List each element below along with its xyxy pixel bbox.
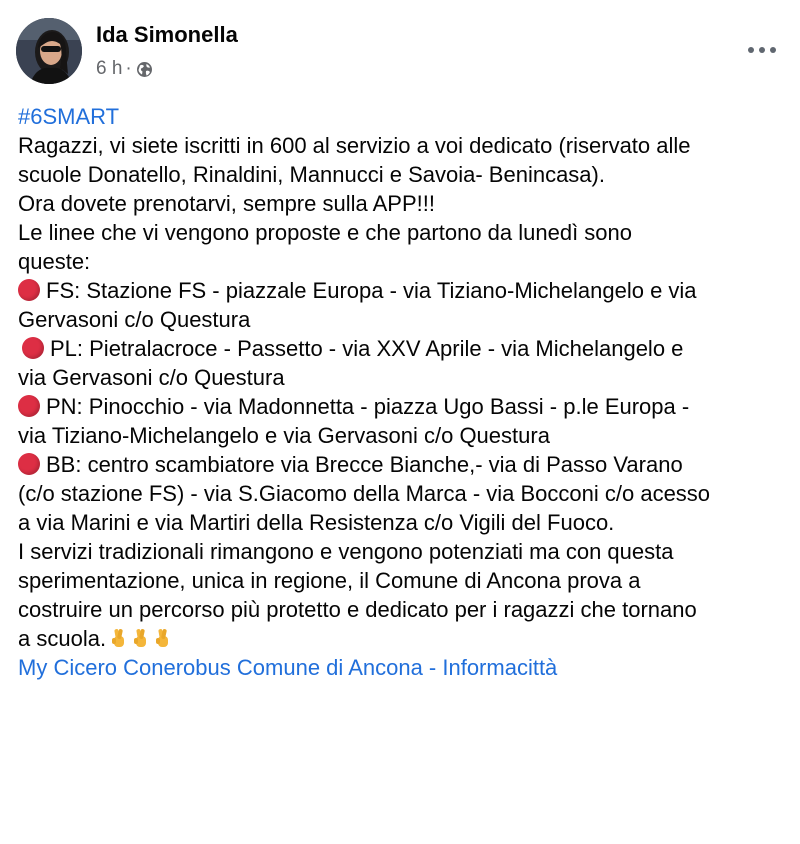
red-circle-icon xyxy=(18,453,40,475)
tagged-pages: My Cicero Conerobus Comune di Ancona - I… xyxy=(18,653,788,682)
globe-icon xyxy=(136,61,153,78)
text-line: Gervasoni c/o Questura xyxy=(18,307,251,332)
text-line: a scuola. xyxy=(18,624,788,653)
text-line: costruire un percorso più protetto e ded… xyxy=(18,597,697,622)
tag-link-my-cicero[interactable]: My Cicero xyxy=(18,655,117,680)
text-line: Ora dovete prenotarvi, sempre sulla APP!… xyxy=(18,191,435,216)
more-dot xyxy=(748,47,754,53)
route-text: BB: centro scambiatore via Brecce Bianch… xyxy=(46,452,683,477)
tag-link-comune-ancona[interactable]: Comune di Ancona - Informacittà xyxy=(237,655,557,680)
more-dot xyxy=(770,47,776,53)
text-line: FS: Stazione FS - piazzale Europa - via … xyxy=(18,276,788,305)
crossed-fingers-icon xyxy=(110,627,128,649)
route-text: FS: Stazione FS - piazzale Europa - via … xyxy=(46,278,697,303)
route-bb: BB: centro scambiatore via Brecce Bianch… xyxy=(18,450,788,537)
text-line: via Tiziano-Michelangelo e via Gervasoni… xyxy=(18,423,550,448)
text-line: PN: Pinocchio - via Madonnetta - piazza … xyxy=(18,392,788,421)
author-name[interactable]: Ida Simonella xyxy=(96,22,238,48)
text-line: queste: xyxy=(18,249,91,274)
post-meta: 6 h · xyxy=(96,58,153,80)
text-line: scuole Donatello, Rinaldini, Mannucci e … xyxy=(18,162,605,187)
text-line: (c/o stazione FS) - via S.Giacomo della … xyxy=(18,481,711,506)
profile-photo xyxy=(16,18,82,84)
text-line: sperimentazione, unica in regione, il Co… xyxy=(18,568,641,593)
post-header: Ida Simonella 6 h · xyxy=(16,18,784,88)
text-line: Ragazzi, vi siete iscritti in 600 al ser… xyxy=(18,133,691,158)
post-time[interactable]: 6 h xyxy=(96,58,122,80)
route-pl: PL: Pietralacroce - Passetto - via XXV A… xyxy=(18,334,788,392)
avatar[interactable] xyxy=(16,18,82,84)
hashtag-link[interactable]: #6SMART xyxy=(18,102,788,131)
tag-link-conerobus[interactable]: Conerobus xyxy=(123,655,231,680)
closing-text: a scuola. xyxy=(18,626,107,651)
route-text: PL: Pietralacroce - Passetto - via XXV A… xyxy=(50,336,684,361)
text-line: BB: centro scambiatore via Brecce Bianch… xyxy=(18,450,788,479)
post-body: #6SMART Ragazzi, vi siete iscritti in 60… xyxy=(18,102,788,682)
meta-separator: · xyxy=(125,58,132,79)
closing-paragraph: I servizi tradizionali rimangono e vengo… xyxy=(18,537,788,653)
crossed-fingers-icon xyxy=(154,627,172,649)
text-line: I servizi tradizionali rimangono e vengo… xyxy=(18,539,674,564)
text-line: Le linee che vi vengono proposte e che p… xyxy=(18,220,633,245)
lines-intro-paragraph: Le linee che vi vengono proposte e che p… xyxy=(18,218,788,276)
text-line: a via Marini e via Martiri della Resiste… xyxy=(18,510,615,535)
red-circle-icon xyxy=(18,395,40,417)
crossed-fingers-icon xyxy=(132,627,150,649)
route-pn: PN: Pinocchio - via Madonnetta - piazza … xyxy=(18,392,788,450)
red-circle-icon xyxy=(18,279,40,301)
red-circle-icon xyxy=(22,337,44,359)
more-options-icon[interactable] xyxy=(740,38,784,62)
text-line: via Gervasoni c/o Questura xyxy=(18,365,285,390)
more-dot xyxy=(759,47,765,53)
route-fs: FS: Stazione FS - piazzale Europa - via … xyxy=(18,276,788,334)
intro-paragraph: Ragazzi, vi siete iscritti in 600 al ser… xyxy=(18,131,788,218)
route-text: PN: Pinocchio - via Madonnetta - piazza … xyxy=(46,394,690,419)
text-line: PL: Pietralacroce - Passetto - via XXV A… xyxy=(22,334,788,363)
